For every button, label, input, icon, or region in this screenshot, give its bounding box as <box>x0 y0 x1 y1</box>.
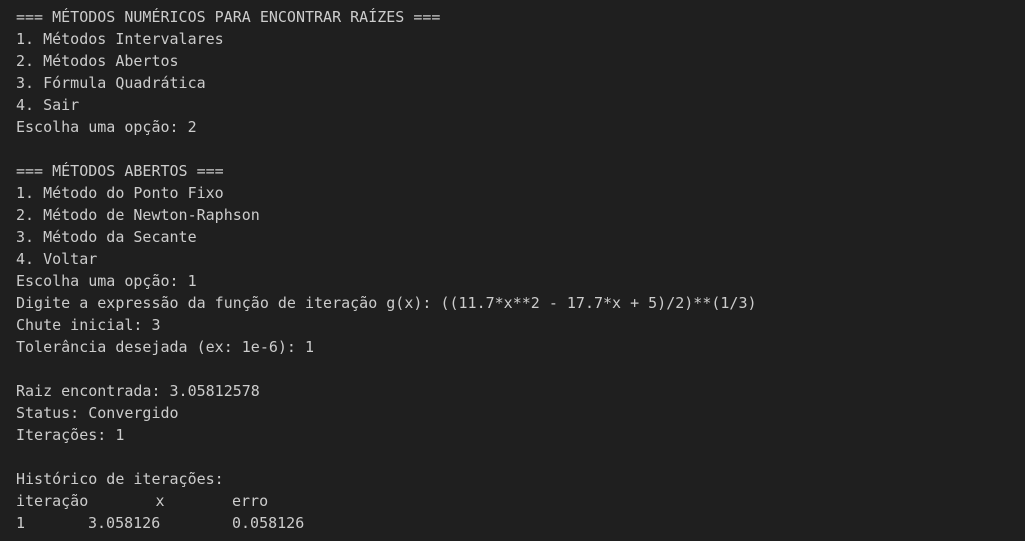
main-menu-option-2: 2. Métodos Abertos <box>16 52 179 70</box>
history-header-x: x <box>155 492 165 510</box>
history-cell-x: 3.058126 <box>88 514 161 532</box>
history-cell-iteration: 1 <box>16 514 26 532</box>
history-header-row: iteração x erro <box>16 490 1025 512</box>
iterations-line: Iterações: 1 <box>16 426 125 444</box>
open-menu-prompt: Escolha uma opção: 1 <box>16 272 197 290</box>
open-menu-option-1: 1. Método do Ponto Fixo <box>16 184 224 202</box>
history-header-iteration: iteração <box>16 492 89 510</box>
open-menu-option-3: 3. Método da Secante <box>16 228 197 246</box>
terminal-output[interactable]: === MÉTODOS NUMÉRICOS PARA ENCONTRAR RAÍ… <box>0 0 1025 541</box>
root-result-line: Raiz encontrada: 3.05812578 <box>16 382 260 400</box>
history-row: 1 3.058126 0.058126 <box>16 512 1025 534</box>
open-menu-option-4: 4. Voltar <box>16 250 98 268</box>
history-cell-error: 0.058126 <box>232 514 305 532</box>
tolerance-line: Tolerância desejada (ex: 1e-6): 1 <box>16 338 315 356</box>
main-menu-option-3: 3. Fórmula Quadrática <box>16 74 206 92</box>
open-menu-option-2: 2. Método de Newton-Raphson <box>16 206 260 224</box>
expression-input-line: Digite a expressão da função de iteração… <box>16 294 757 312</box>
main-menu-title: === MÉTODOS NUMÉRICOS PARA ENCONTRAR RAÍ… <box>16 8 441 26</box>
main-menu-option-4: 4. Sair <box>16 96 80 114</box>
history-header-error: erro <box>232 492 269 510</box>
main-menu-option-1: 1. Métodos Intervalares <box>16 30 224 48</box>
open-menu-title: === MÉTODOS ABERTOS === <box>16 162 224 180</box>
status-line: Status: Convergido <box>16 404 179 422</box>
history-title: Histórico de iterações: <box>16 470 224 488</box>
initial-guess-line: Chute inicial: 3 <box>16 316 161 334</box>
main-menu-prompt: Escolha uma opção: 2 <box>16 118 197 136</box>
